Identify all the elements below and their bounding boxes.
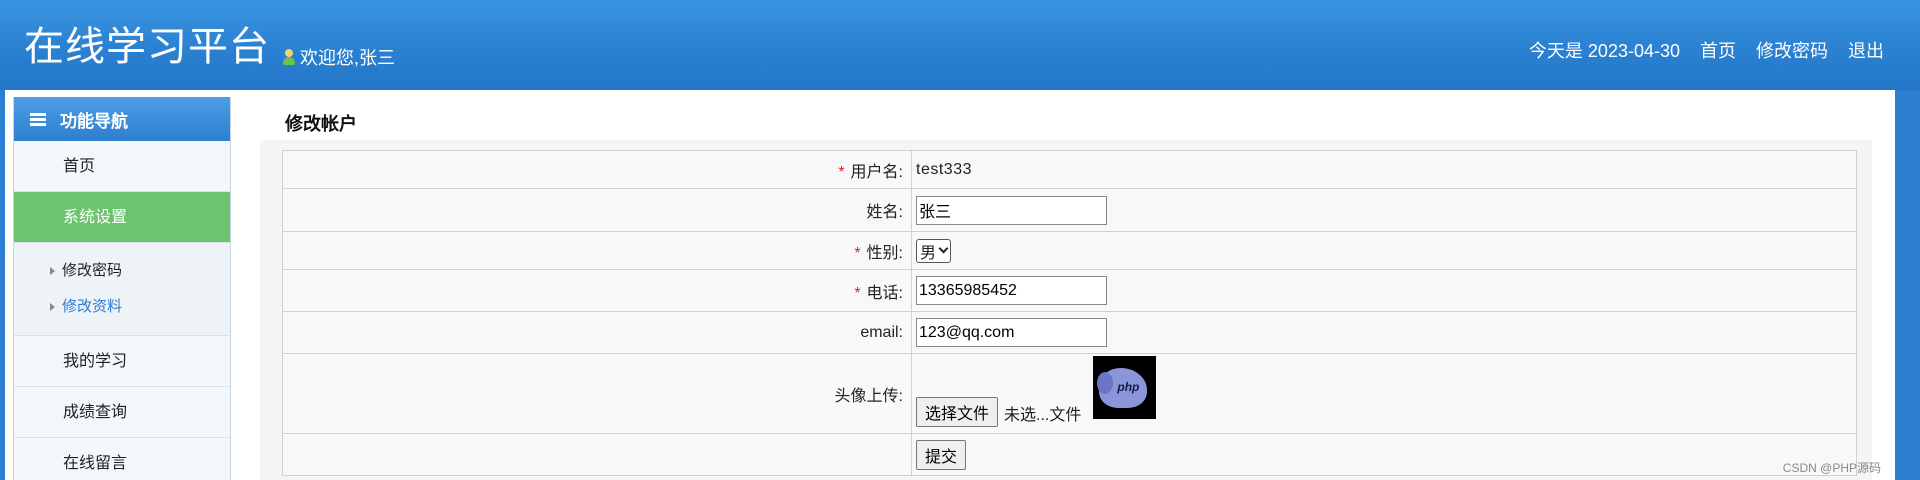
triangle-right-icon (50, 267, 55, 275)
avatar-image-text: php (1117, 380, 1140, 394)
sidebar-item-home[interactable]: 首页 (14, 141, 230, 192)
sidebar: 功能导航 首页 系统设置 修改密码 修改资料 我的学习 成绩查询 在线留言 (13, 97, 231, 480)
sidebar-subitem-change-password[interactable]: 修改密码 (50, 253, 230, 289)
sidebar-item-my-learning[interactable]: 我的学习 (14, 336, 230, 387)
choose-file-button[interactable]: 选择文件 (916, 397, 999, 427)
user-icon (282, 49, 296, 65)
name-label: 姓名: (282, 188, 912, 232)
watermark: CSDN @PHP源码 (1782, 461, 1881, 475)
right-edge (1895, 90, 1920, 480)
home-link[interactable]: 首页 (1700, 37, 1736, 63)
phone-input[interactable] (916, 276, 1107, 305)
sidebar-subitem-edit-profile[interactable]: 修改资料 (50, 289, 230, 325)
form-row-email: email: (282, 311, 1857, 354)
list-icon (30, 112, 46, 126)
subitem-label: 修改资料 (62, 298, 123, 315)
form-row-avatar: 头像上传: 选择文件 未选...文件 php (282, 353, 1857, 434)
avatar-label: 头像上传: (282, 353, 912, 434)
logout-link[interactable]: 退出 (1848, 37, 1884, 63)
username-label: * 用户名: (282, 150, 912, 189)
username-value: test333 (911, 150, 1857, 189)
chevron-down-icon (938, 243, 949, 254)
top-header: 在线学习平台 欢迎您,张三 今天是 2023-04-30 首页 修改密码 退出 (0, 0, 1920, 90)
header-actions: 今天是 2023-04-30 首页 修改密码 退出 (1529, 37, 1884, 63)
account-form: *用户名: test333 姓名: *性别: 男 *电话: email: 头像上… (282, 150, 1857, 476)
welcome-message: 欢迎您,张三 (282, 44, 395, 70)
form-row-gender: * 性别: 男 (282, 231, 1857, 270)
avatar-image: php (1093, 356, 1157, 419)
form-row-phone: * 电话: (282, 269, 1857, 312)
form-row-submit: 提交 (282, 433, 1857, 476)
gender-select[interactable]: 男 (916, 238, 952, 263)
main-area: 功能导航 首页 系统设置 修改密码 修改资料 我的学习 成绩查询 在线留言 修改… (5, 90, 1895, 480)
email-label: email: (282, 311, 912, 354)
form-row-name: 姓名: (282, 188, 1857, 232)
file-status: 未选...文件 (1004, 407, 1082, 424)
sidebar-item-messages[interactable]: 在线留言 (14, 438, 230, 480)
phone-label: * 电话: (282, 269, 912, 312)
sidebar-heading-label: 功能导航 (60, 111, 128, 131)
sidebar-item-grades[interactable]: 成绩查询 (14, 387, 230, 438)
change-password-link[interactable]: 修改密码 (1756, 37, 1828, 63)
sidebar-submenu: 修改密码 修改资料 (14, 243, 230, 336)
name-input[interactable] (916, 195, 1107, 225)
form-row-username: * 用户名: test333 (282, 150, 1857, 189)
app-title: 在线学习平台 (24, 24, 270, 70)
current-date: 今天是 2023-04-30 (1528, 41, 1680, 61)
triangle-right-icon (50, 303, 55, 311)
page-title: 修改帐户 (285, 114, 357, 134)
sidebar-heading: 功能导航 (14, 97, 230, 141)
submit-button[interactable]: 提交 (916, 439, 967, 470)
gender-label: * 性别: (282, 231, 912, 270)
gender-selected: 男 (920, 244, 937, 262)
email-input[interactable] (916, 318, 1107, 347)
welcome-text: 欢迎您,张三 (300, 48, 396, 68)
subitem-label: 修改密码 (62, 262, 123, 279)
sidebar-item-settings[interactable]: 系统设置 (14, 192, 230, 243)
